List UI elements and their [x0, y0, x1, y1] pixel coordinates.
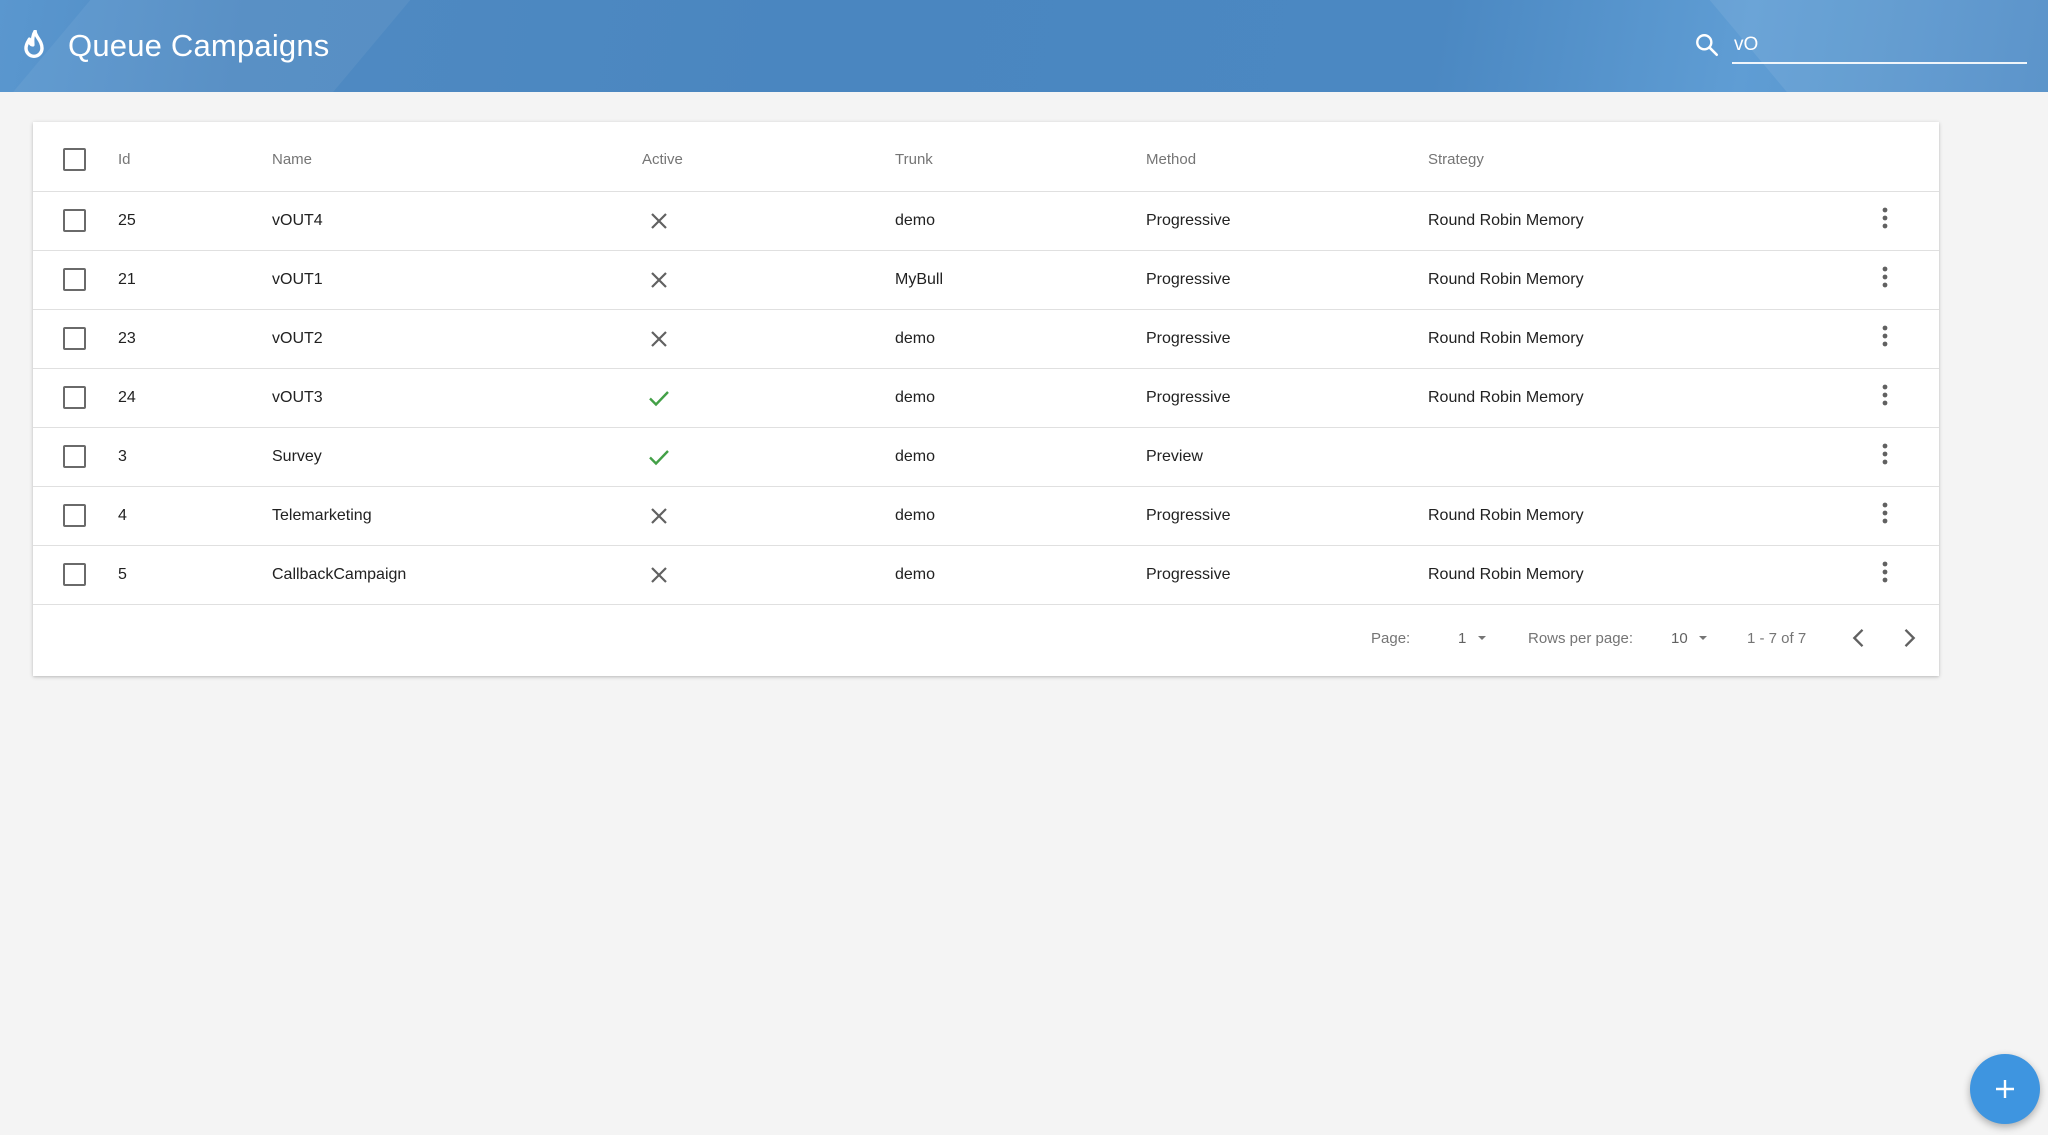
- table-row[interactable]: 4 Telemarketing demo Progressive Round Robin…: [33, 486, 1939, 545]
- row-checkbox[interactable]: [63, 504, 86, 527]
- column-header-name[interactable]: Name: [272, 122, 642, 191]
- row-checkbox[interactable]: [63, 386, 86, 409]
- caret-down-icon[interactable]: [1698, 635, 1708, 641]
- pagination-range: 1 - 7 of 7: [1747, 630, 1807, 647]
- cell-id: 23: [118, 329, 136, 347]
- column-header-method[interactable]: Method: [1146, 122, 1428, 191]
- cell-active: [642, 427, 895, 486]
- table-row[interactable]: 5 CallbackCampaign demo Progressive Round Ro…: [33, 545, 1939, 604]
- table-row[interactable]: 23 vOUT2 demo Progressive Round Robin Memory: [33, 309, 1939, 368]
- cell-trunk: demo: [895, 506, 936, 524]
- table-row[interactable]: 3 Survey demo Preview: [33, 427, 1939, 486]
- close-icon: [651, 330, 667, 347]
- cell-method: Progressive: [1146, 270, 1231, 288]
- cell-method: Progressive: [1146, 565, 1231, 583]
- more-vert-icon[interactable]: [1875, 264, 1895, 290]
- row-checkbox[interactable]: [63, 268, 86, 291]
- cell-id: 3: [118, 447, 127, 465]
- search-icon[interactable]: [1694, 32, 1720, 58]
- close-icon: [651, 212, 667, 229]
- chevron-left-icon[interactable]: [1845, 624, 1873, 652]
- close-icon: [651, 271, 667, 288]
- more-vert-icon[interactable]: [1875, 500, 1895, 526]
- cell-strategy: Round Robin Memory: [1428, 329, 1584, 347]
- cell-strategy: Round Robin Memory: [1428, 565, 1584, 583]
- table-row[interactable]: 25 vOUT4 demo Progressive Round Robin Memory: [33, 191, 1939, 250]
- cell-name: vOUT1: [272, 270, 323, 288]
- cell-method: Preview: [1146, 447, 1203, 465]
- more-vert-icon[interactable]: [1875, 323, 1895, 349]
- cell-id: 24: [118, 388, 136, 406]
- cell-active: [642, 191, 895, 250]
- cell-method: Progressive: [1146, 506, 1231, 524]
- column-header-trunk[interactable]: Trunk: [895, 122, 1146, 191]
- cell-strategy: Round Robin Memory: [1428, 506, 1584, 524]
- page-select[interactable]: 1: [1458, 630, 1466, 647]
- cell-active: [642, 250, 895, 309]
- cell-trunk: demo: [895, 388, 936, 406]
- flame-icon: [24, 30, 44, 58]
- column-header-strategy[interactable]: Strategy: [1428, 122, 1875, 191]
- cell-strategy: Round Robin Memory: [1428, 388, 1584, 406]
- cell-id: 4: [118, 506, 127, 524]
- column-header-active[interactable]: Active: [642, 122, 895, 191]
- cell-method: Progressive: [1146, 211, 1231, 229]
- cell-id: 25: [118, 211, 136, 229]
- table-row[interactable]: 21 vOUT1 MyBull Progressive Round Robin Memo…: [33, 250, 1939, 309]
- cell-id: 5: [118, 565, 127, 583]
- page-title: Queue Campaigns: [68, 28, 330, 63]
- cell-name: vOUT2: [272, 329, 323, 347]
- cell-name: vOUT4: [272, 211, 323, 229]
- more-vert-icon[interactable]: [1875, 559, 1895, 585]
- table-header-row: Id Name Active Trunk Method Strategy: [33, 122, 1939, 191]
- column-header-id[interactable]: Id: [118, 122, 272, 191]
- app-header: Queue Campaigns: [0, 0, 2048, 92]
- chevron-right-icon[interactable]: [1895, 624, 1923, 652]
- cell-trunk: demo: [895, 211, 936, 229]
- cell-strategy: Round Robin Memory: [1428, 211, 1584, 229]
- close-icon: [651, 566, 667, 583]
- row-checkbox[interactable]: [63, 563, 86, 586]
- check-icon: [649, 449, 669, 465]
- cell-trunk: demo: [895, 447, 936, 465]
- row-checkbox[interactable]: [63, 209, 86, 232]
- cell-active: [642, 545, 895, 604]
- add-campaign-button[interactable]: [1970, 1054, 2040, 1124]
- page-label: Page:: [1371, 630, 1411, 647]
- rows-per-page-select[interactable]: 10: [1671, 630, 1688, 647]
- pagination: Page: 1 Rows per page: 10 1 - 7 of 7: [33, 604, 1939, 676]
- row-checkbox[interactable]: [63, 327, 86, 350]
- check-icon: [649, 390, 669, 406]
- cell-name: Telemarketing: [272, 506, 372, 524]
- close-icon: [651, 507, 667, 524]
- cell-id: 21: [118, 270, 136, 288]
- cell-method: Progressive: [1146, 329, 1231, 347]
- cell-strategy: Round Robin Memory: [1428, 270, 1584, 288]
- cell-method: Progressive: [1146, 388, 1231, 406]
- cell-trunk: MyBull: [895, 270, 944, 288]
- search-input[interactable]: [1732, 28, 2027, 64]
- cell-active: [642, 309, 895, 368]
- more-vert-icon[interactable]: [1875, 441, 1895, 467]
- cell-strategy: [1428, 427, 1875, 486]
- table-row[interactable]: 24 vOUT3 demo Progressive Round Robin Memory: [33, 368, 1939, 427]
- more-vert-icon[interactable]: [1875, 382, 1895, 408]
- caret-down-icon[interactable]: [1477, 635, 1487, 641]
- rows-per-page-label: Rows per page:: [1528, 630, 1634, 647]
- cell-active: [642, 368, 895, 427]
- more-vert-icon[interactable]: [1875, 205, 1895, 231]
- select-all-checkbox[interactable]: [63, 147, 86, 171]
- plus-icon: [1996, 1080, 2014, 1098]
- campaigns-table-card: Id Name Active Trunk Method Strategy 25 v…: [33, 122, 1939, 676]
- cell-name: CallbackCampaign: [272, 565, 407, 583]
- cell-trunk: demo: [895, 329, 936, 347]
- campaigns-table: Id Name Active Trunk Method Strategy 25 v…: [33, 122, 1939, 605]
- cell-name: Survey: [272, 447, 322, 465]
- cell-active: [642, 486, 895, 545]
- row-checkbox[interactable]: [63, 445, 86, 468]
- cell-trunk: demo: [895, 565, 936, 583]
- cell-name: vOUT3: [272, 388, 323, 406]
